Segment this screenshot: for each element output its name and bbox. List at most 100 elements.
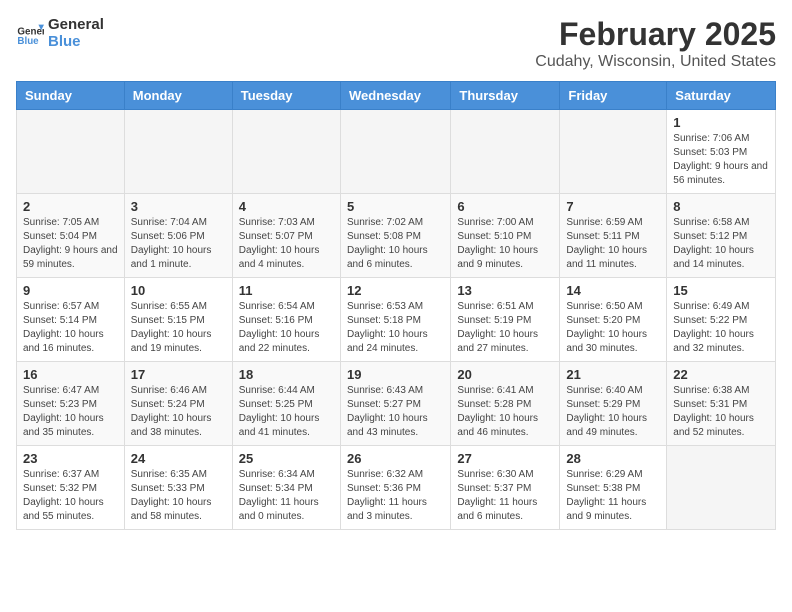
day-number: 7	[566, 199, 660, 214]
day-info: Sunrise: 6:57 AM Sunset: 5:14 PM Dayligh…	[23, 300, 118, 356]
day-number: 12	[347, 283, 444, 298]
calendar-cell: 15Sunrise: 6:49 AM Sunset: 5:22 PM Dayli…	[667, 278, 776, 362]
day-info: Sunrise: 7:02 AM Sunset: 5:08 PM Dayligh…	[347, 216, 444, 272]
calendar-cell: 3Sunrise: 7:04 AM Sunset: 5:06 PM Daylig…	[124, 194, 232, 278]
day-info: Sunrise: 6:58 AM Sunset: 5:12 PM Dayligh…	[673, 216, 769, 272]
day-number: 9	[23, 283, 118, 298]
day-info: Sunrise: 6:43 AM Sunset: 5:27 PM Dayligh…	[347, 384, 444, 440]
calendar-cell: 21 Sunrise: 6:40 AM Sunset: 5:29 PM Dayli…	[560, 362, 667, 446]
day-number: 24	[131, 451, 226, 466]
calendar-cell: 17 Sunrise: 6:46 AM Sunset: 5:24 PM Dayli…	[124, 362, 232, 446]
calendar-cell: 27Sunrise: 6:30 AM Sunset: 5:37 PM Dayli…	[451, 446, 560, 530]
calendar-cell: 11 Sunrise: 6:54 AM Sunset: 5:16 PM Dayli…	[232, 278, 340, 362]
day-number: 14	[566, 283, 660, 298]
day-number: 19	[347, 367, 444, 382]
day-info: Sunrise: 6:47 AM Sunset: 5:23 PM Dayligh…	[23, 384, 118, 440]
calendar-cell: 14 Sunrise: 6:50 AM Sunset: 5:20 PM Dayli…	[560, 278, 667, 362]
calendar-cell	[340, 110, 450, 194]
calendar-cell: 1 Sunrise: 7:06 AM Sunset: 5:03 PM Daylig…	[667, 110, 776, 194]
calendar-cell: 16 Sunrise: 6:47 AM Sunset: 5:23 PM Dayli…	[17, 362, 125, 446]
calendar-cell: 23 Sunrise: 6:37 AM Sunset: 5:32 PM Dayli…	[17, 446, 125, 530]
week-row-4: 23 Sunrise: 6:37 AM Sunset: 5:32 PM Dayli…	[17, 446, 776, 530]
calendar-cell: 22 Sunrise: 6:38 AM Sunset: 5:31 PM Dayli…	[667, 362, 776, 446]
day-number: 1	[673, 115, 769, 130]
calendar-cell: 18 Sunrise: 6:44 AM Sunset: 5:25 PM Dayli…	[232, 362, 340, 446]
weekday-header-thursday: Thursday	[451, 82, 560, 110]
calendar-cell	[17, 110, 125, 194]
calendar-cell: 26 Sunrise: 6:32 AM Sunset: 5:36 PM Dayli…	[340, 446, 450, 530]
day-number: 26	[347, 451, 444, 466]
day-info: Sunrise: 6:54 AM Sunset: 5:16 PM Dayligh…	[239, 300, 334, 356]
calendar-cell: 2 Sunrise: 7:05 AM Sunset: 5:04 PM Daylig…	[17, 194, 125, 278]
calendar-cell: 7 Sunrise: 6:59 AM Sunset: 5:11 PM Daylig…	[560, 194, 667, 278]
day-number: 4	[239, 199, 334, 214]
week-row-0: 1 Sunrise: 7:06 AM Sunset: 5:03 PM Daylig…	[17, 110, 776, 194]
calendar-cell: 24Sunrise: 6:35 AM Sunset: 5:33 PM Dayli…	[124, 446, 232, 530]
calendar-cell	[560, 110, 667, 194]
calendar-cell: 6Sunrise: 7:00 AM Sunset: 5:10 PM Daylig…	[451, 194, 560, 278]
day-info: Sunrise: 7:03 AM Sunset: 5:07 PM Dayligh…	[239, 216, 334, 272]
title-area: February 2025 Cudahy, Wisconsin, United …	[535, 16, 776, 71]
day-number: 28	[566, 451, 660, 466]
day-info: Sunrise: 6:38 AM Sunset: 5:31 PM Dayligh…	[673, 384, 769, 440]
calendar-cell: 10 Sunrise: 6:55 AM Sunset: 5:15 PM Dayli…	[124, 278, 232, 362]
day-number: 10	[131, 283, 226, 298]
calendar-cell: 25 Sunrise: 6:34 AM Sunset: 5:34 PM Dayli…	[232, 446, 340, 530]
day-number: 11	[239, 283, 334, 298]
day-number: 5	[347, 199, 444, 214]
day-number: 8	[673, 199, 769, 214]
day-number: 18	[239, 367, 334, 382]
calendar-cell: 13Sunrise: 6:51 AM Sunset: 5:19 PM Dayli…	[451, 278, 560, 362]
day-info: Sunrise: 6:53 AM Sunset: 5:18 PM Dayligh…	[347, 300, 444, 356]
logo-blue-text: Blue	[48, 33, 104, 50]
calendar-cell: 5 Sunrise: 7:02 AM Sunset: 5:08 PM Daylig…	[340, 194, 450, 278]
day-number: 2	[23, 199, 118, 214]
day-info: Sunrise: 6:37 AM Sunset: 5:32 PM Dayligh…	[23, 468, 118, 524]
weekday-header-tuesday: Tuesday	[232, 82, 340, 110]
weekday-header-sunday: Sunday	[17, 82, 125, 110]
day-info: Sunrise: 6:51 AM Sunset: 5:19 PM Dayligh…	[457, 300, 553, 356]
day-info: Sunrise: 6:34 AM Sunset: 5:34 PM Dayligh…	[239, 468, 334, 524]
calendar-cell: 28Sunrise: 6:29 AM Sunset: 5:38 PM Dayli…	[560, 446, 667, 530]
day-number: 20	[457, 367, 553, 382]
day-info: Sunrise: 6:44 AM Sunset: 5:25 PM Dayligh…	[239, 384, 334, 440]
calendar-cell: 4 Sunrise: 7:03 AM Sunset: 5:07 PM Daylig…	[232, 194, 340, 278]
weekday-header-monday: Monday	[124, 82, 232, 110]
calendar-cell	[667, 446, 776, 530]
weekday-header-row: SundayMondayTuesdayWednesdayThursdayFrid…	[17, 82, 776, 110]
day-number: 23	[23, 451, 118, 466]
day-number: 25	[239, 451, 334, 466]
day-info: Sunrise: 6:59 AM Sunset: 5:11 PM Dayligh…	[566, 216, 660, 272]
day-info: Sunrise: 6:40 AM Sunset: 5:29 PM Dayligh…	[566, 384, 660, 440]
weekday-header-friday: Friday	[560, 82, 667, 110]
svg-text:Blue: Blue	[17, 36, 39, 47]
month-title: February 2025	[535, 16, 776, 53]
day-info: Sunrise: 6:46 AM Sunset: 5:24 PM Dayligh…	[131, 384, 226, 440]
calendar-cell: 12 Sunrise: 6:53 AM Sunset: 5:18 PM Dayli…	[340, 278, 450, 362]
day-info: Sunrise: 6:55 AM Sunset: 5:15 PM Dayligh…	[131, 300, 226, 356]
logo: General Blue General Blue	[16, 16, 104, 50]
logo-icon: General Blue	[16, 19, 44, 47]
week-row-1: 2 Sunrise: 7:05 AM Sunset: 5:04 PM Daylig…	[17, 194, 776, 278]
weekday-header-saturday: Saturday	[667, 82, 776, 110]
calendar-cell: 9 Sunrise: 6:57 AM Sunset: 5:14 PM Daylig…	[17, 278, 125, 362]
day-info: Sunrise: 7:05 AM Sunset: 5:04 PM Dayligh…	[23, 216, 118, 272]
location-title: Cudahy, Wisconsin, United States	[535, 53, 776, 71]
day-number: 21	[566, 367, 660, 382]
day-info: Sunrise: 7:04 AM Sunset: 5:06 PM Dayligh…	[131, 216, 226, 272]
day-info: Sunrise: 6:50 AM Sunset: 5:20 PM Dayligh…	[566, 300, 660, 356]
calendar-table: SundayMondayTuesdayWednesdayThursdayFrid…	[16, 81, 776, 530]
day-number: 15	[673, 283, 769, 298]
day-number: 16	[23, 367, 118, 382]
calendar-cell: 20Sunrise: 6:41 AM Sunset: 5:28 PM Dayli…	[451, 362, 560, 446]
week-row-2: 9 Sunrise: 6:57 AM Sunset: 5:14 PM Daylig…	[17, 278, 776, 362]
day-number: 22	[673, 367, 769, 382]
header: General Blue General Blue February 2025 …	[16, 16, 776, 71]
day-info: Sunrise: 6:30 AM Sunset: 5:37 PM Dayligh…	[457, 468, 553, 524]
day-info: Sunrise: 6:32 AM Sunset: 5:36 PM Dayligh…	[347, 468, 444, 524]
calendar-cell	[232, 110, 340, 194]
calendar-cell: 19 Sunrise: 6:43 AM Sunset: 5:27 PM Dayli…	[340, 362, 450, 446]
calendar-cell	[451, 110, 560, 194]
day-number: 17	[131, 367, 226, 382]
day-info: Sunrise: 7:06 AM Sunset: 5:03 PM Dayligh…	[673, 132, 769, 188]
